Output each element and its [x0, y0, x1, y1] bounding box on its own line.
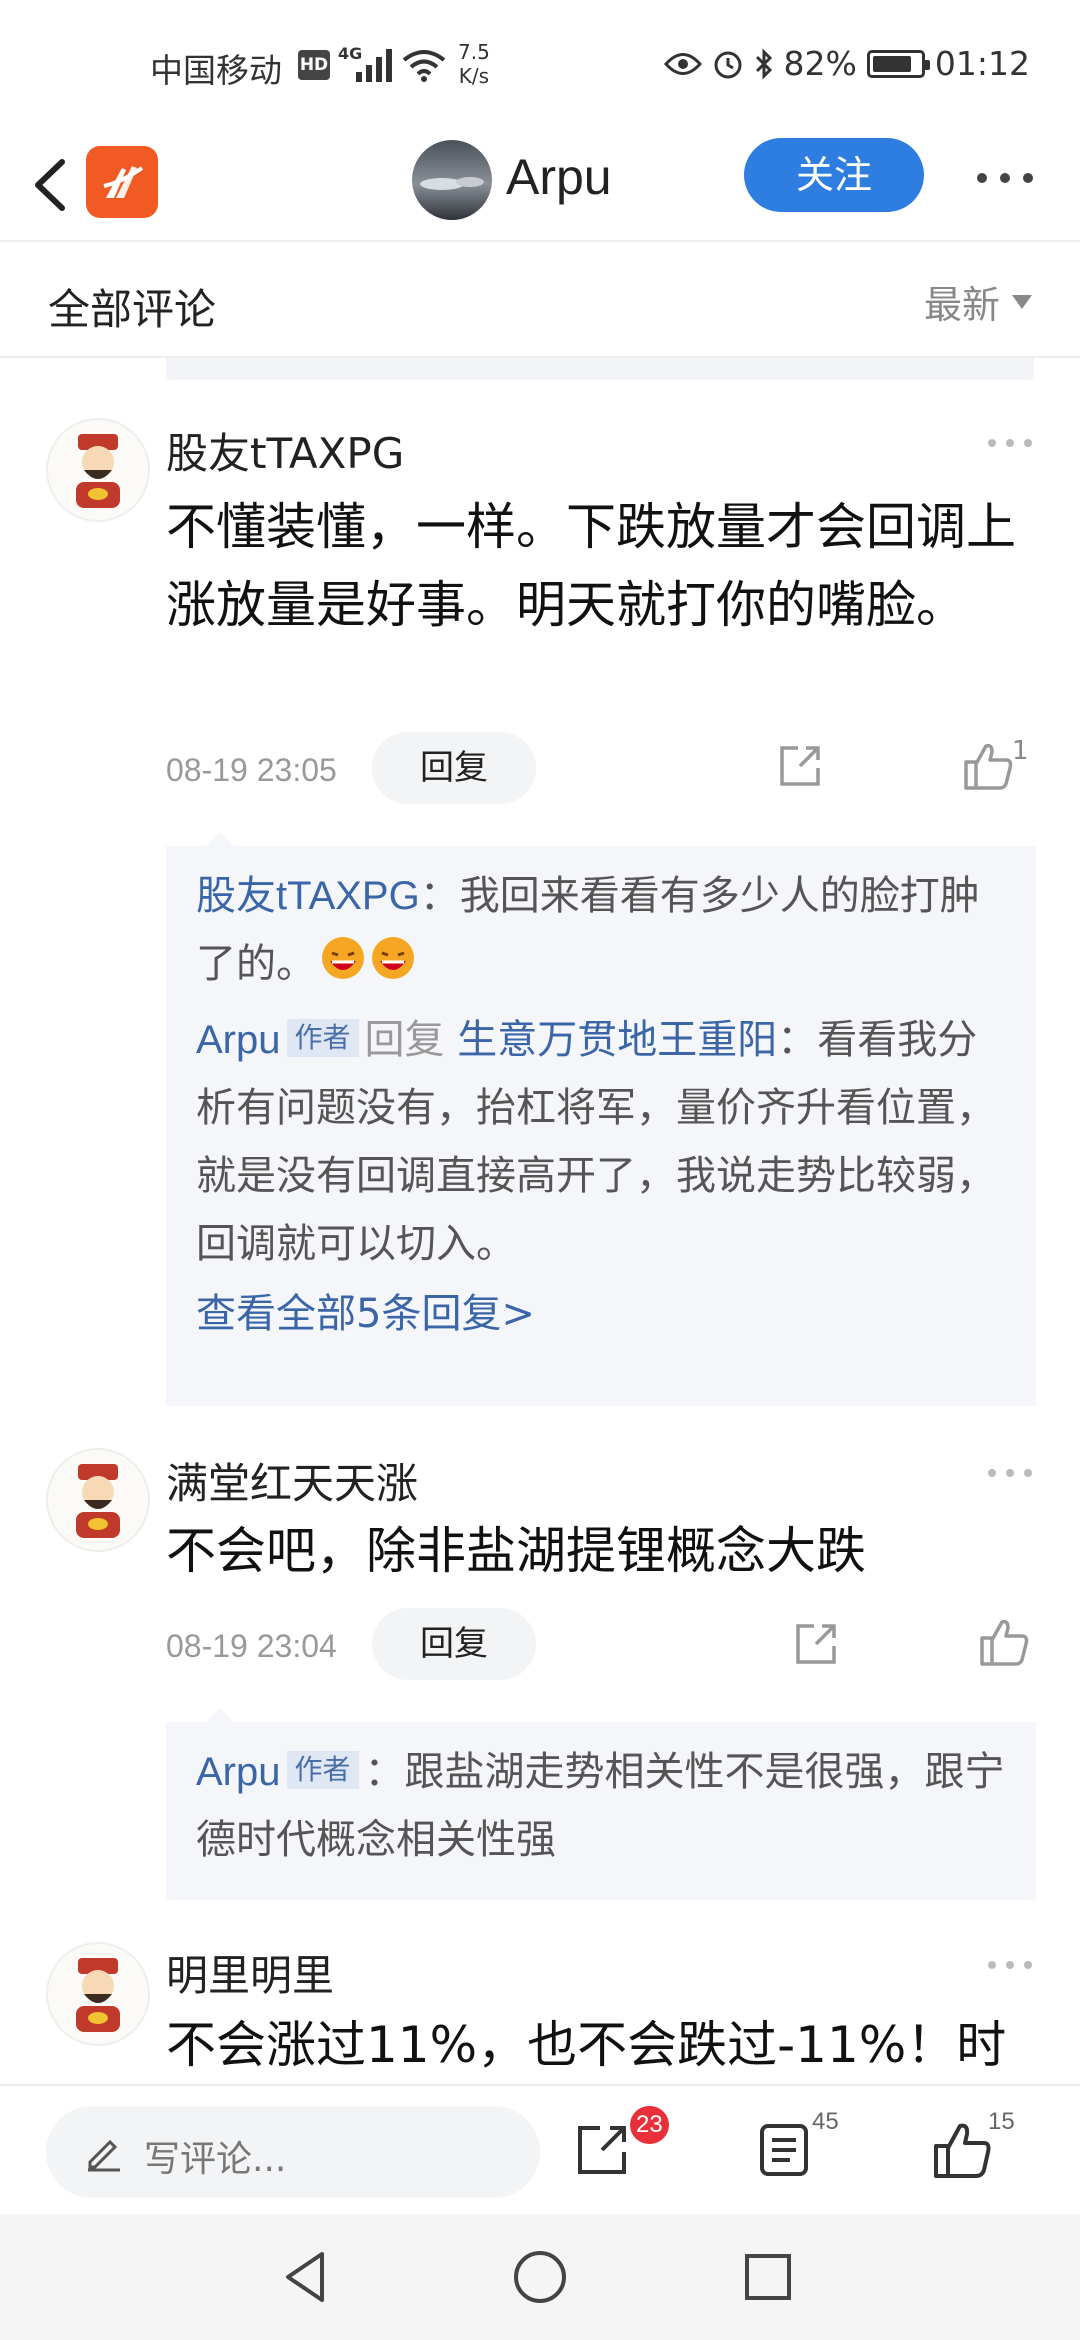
reply-word: 回复 [364, 1017, 445, 1063]
reply-button[interactable]: 回复 [372, 1608, 536, 1680]
nav-back-icon[interactable] [272, 2242, 342, 2312]
comment-more-icon[interactable] [985, 1466, 1035, 1480]
status-right: 82% 01:12 [663, 44, 1030, 83]
comments-sort-bar: 全部评论 最新 [0, 244, 1080, 358]
previous-reply-box-tail [166, 358, 1034, 380]
comment-author[interactable]: 明里明里 [166, 1942, 334, 2003]
comment-time: 08-19 23:04 [166, 1628, 337, 1664]
comment-time: 08-19 23:05 [166, 752, 337, 788]
hd-badge: HD [298, 50, 330, 80]
like-count: 1 [1012, 736, 1029, 766]
top-navigation: Arpu 关注 [0, 130, 1080, 242]
comment-more-icon[interactable] [985, 1958, 1035, 1972]
user-avatar[interactable] [412, 140, 492, 220]
share-icon[interactable] [776, 742, 824, 790]
comment-author[interactable]: 股友tTAXPG [166, 420, 404, 481]
commenter-avatar[interactable] [46, 418, 150, 522]
write-comment-input[interactable]: 写评论... [46, 2106, 540, 2198]
comment-author[interactable]: 满堂红天天涨 [166, 1450, 418, 1511]
sort-dropdown[interactable]: 最新 [924, 274, 1032, 329]
reply-author[interactable]: 股友tTAXPG [196, 874, 420, 918]
comment-text: 不会涨过11%，也不会跌过-11%！时 [166, 2016, 1007, 2074]
comments-list-icon[interactable] [756, 2120, 816, 2180]
like-icon[interactable] [962, 740, 1014, 792]
author-tag: 作者 [286, 1751, 359, 1789]
reply-thread: Arpu 作者 ：跟盐湖走势相关性不是很强，跟宁德时代概念相关性强 [166, 1708, 1036, 1900]
header-username[interactable]: Arpu [506, 148, 612, 206]
clock: 01:12 [934, 44, 1030, 83]
laughing-emoji-icon [322, 937, 364, 979]
app-logo-icon [103, 166, 144, 198]
signal-icon [356, 49, 392, 82]
share-icon[interactable] [792, 1620, 840, 1668]
comment-placeholder: 写评论... [144, 2139, 287, 2180]
avatar-image [420, 177, 484, 190]
caret-down-icon [1012, 294, 1032, 309]
carrier-name: 中国移动 [150, 51, 282, 90]
author-tag: 作者 [286, 1019, 359, 1057]
comment-text: 不懂装懂，一样。下跌放量才会回调上涨放量是好事。明天就打你的嘴脸。 [166, 498, 1016, 634]
likes-count: 15 [988, 2108, 1015, 2135]
like-icon[interactable] [978, 1616, 1030, 1668]
back-icon[interactable] [22, 150, 78, 220]
sort-value: 最新 [923, 283, 1000, 327]
battery-percent: 82% [783, 44, 857, 83]
reply-author[interactable]: Arpu [196, 1018, 281, 1062]
commenter-avatar[interactable] [46, 1942, 150, 2046]
wifi-icon [402, 50, 446, 82]
fortune-god-avatar-icon [76, 1464, 120, 1538]
reply-item: Arpu 作者 回复 生意万贯地王重阳：看看我分析有问题没有，抬杠将军，量价齐升看位… [196, 1006, 1006, 1278]
nav-recents-icon[interactable] [733, 2242, 803, 2312]
comment-more-icon[interactable] [985, 436, 1035, 450]
eye-icon [663, 52, 702, 75]
system-navigation-bar [0, 2214, 1080, 2340]
reply-item: Arpu 作者 ：跟盐湖走势相关性不是很强，跟宁德时代概念相关性强 [196, 1738, 1006, 1874]
reply-author[interactable]: Arpu [196, 1750, 281, 1794]
bluetooth-icon [755, 47, 772, 80]
alarm-icon [714, 51, 742, 78]
bottom-action-bar: 写评论... 23 45 15 [0, 2084, 1080, 2214]
more-options-icon[interactable] [970, 158, 1040, 198]
reply-button[interactable]: 回复 [372, 732, 536, 804]
reply-thread: 股友tTAXPG：我回来看看有多少人的脸打肿了的。 Arpu 作者 回复 生意万贯地… [166, 832, 1036, 1406]
share-icon[interactable] [572, 2120, 632, 2180]
follow-button[interactable]: 关注 [744, 138, 924, 212]
comments-count: 45 [812, 2108, 839, 2135]
commenter-avatar[interactable] [46, 1448, 150, 1552]
view-all-replies-link[interactable]: 查看全部5条回复> [196, 1278, 1006, 1350]
speed-unit: K/s [458, 64, 490, 88]
share-count-badge: 23 [630, 2106, 669, 2144]
fortune-god-avatar-icon [76, 1958, 120, 2032]
status-bar: 中国移动 HD 4G 7.5 K/s 82% 01:12 [0, 0, 1080, 130]
pen-icon [88, 2139, 120, 2172]
reply-item: 股友tTAXPG：我回来看看有多少人的脸打肿了的。 [196, 862, 1006, 998]
reply-target[interactable]: 生意万贯地王重阳 [457, 1018, 777, 1062]
fortune-god-avatar-icon [76, 434, 120, 508]
like-icon[interactable] [932, 2120, 992, 2180]
network-speed: 7.5 K/s [458, 40, 490, 88]
speed-value: 7.5 [458, 40, 490, 64]
comment-text: 不会吧，除非盐湖提锂概念大跌 [166, 1522, 866, 1580]
battery-icon [866, 49, 930, 78]
laughing-emoji-icon [372, 937, 414, 979]
app-logo[interactable] [86, 146, 158, 218]
nav-home-icon[interactable] [505, 2242, 575, 2312]
all-comments-title: 全部评论 [48, 285, 217, 334]
